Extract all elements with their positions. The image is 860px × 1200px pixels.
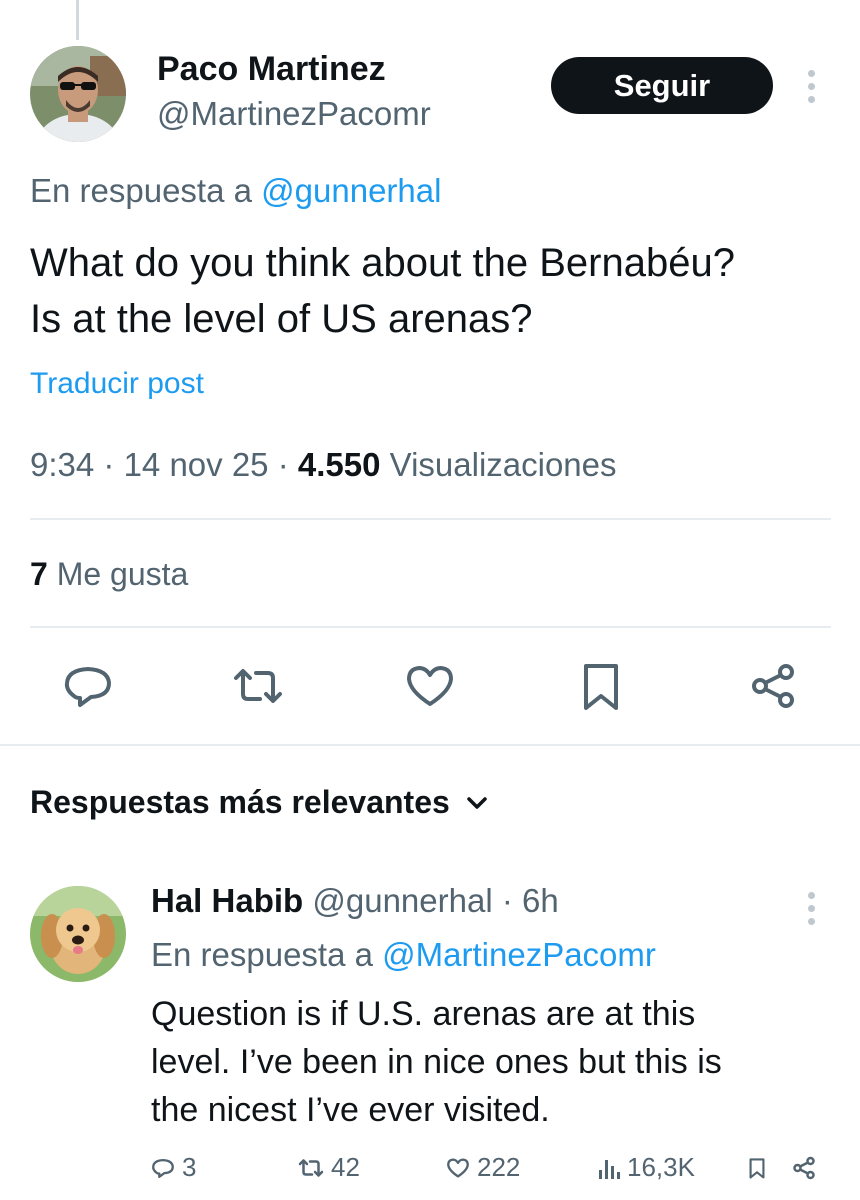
reply-views-count: 16,3K — [627, 1152, 695, 1182]
more-options-icon[interactable] — [805, 70, 817, 103]
reply-author-handle[interactable]: @gunnerhal — [312, 882, 492, 919]
divider — [30, 518, 831, 520]
meta-separator: · — [277, 446, 289, 483]
reply-views-stat[interactable]: 16,3K — [597, 1152, 695, 1183]
reply-retweets-count: 42 — [331, 1152, 360, 1182]
replies-section-title: Respuestas más relevantes — [30, 784, 450, 820]
heart-icon — [447, 1157, 469, 1178]
reply-replies-count: 3 — [182, 1152, 197, 1182]
author-handle[interactable]: @MartinezPacomr — [157, 95, 431, 133]
likes-label: Me gusta — [56, 556, 189, 592]
views-chart-icon — [599, 1159, 620, 1179]
reply-replies-stat[interactable]: 3 — [150, 1152, 196, 1183]
views-count: 4.550 — [297, 446, 381, 483]
divider — [0, 744, 860, 746]
reply-text-line: the nicest I’ve ever visited. — [151, 1091, 550, 1129]
tweet-text-line: What do you think about the Bernabéu? — [30, 241, 735, 285]
reply-likes-stat[interactable]: 222 — [445, 1152, 520, 1183]
reply-author-avatar[interactable] — [30, 886, 126, 982]
tweet-text: What do you think about the Bernabéu? Is… — [30, 235, 840, 347]
reply-text: Question is if U.S. arenas are at this l… — [151, 990, 722, 1134]
reply-more-options-icon[interactable] — [805, 892, 817, 925]
bookmark-icon[interactable] — [573, 658, 629, 714]
reply-reply-context: En respuesta a @MartinezPacomr — [151, 936, 656, 974]
meta-separator: · — [501, 882, 513, 919]
heart-icon[interactable] — [402, 658, 458, 714]
replies-sort-selector[interactable]: Respuestas más relevantes — [30, 784, 490, 821]
author-avatar[interactable] — [30, 46, 126, 142]
tweet-meta: 9:34 · 14 nov 25 · 4.550 Visualizaciones — [30, 446, 617, 484]
thread-line — [76, 0, 79, 40]
reply-text-line: level. I’ve been in nice ones but this i… — [151, 1043, 722, 1081]
follow-button[interactable]: Seguir — [551, 57, 773, 114]
reply-to-link[interactable]: @gunnerhal — [261, 172, 441, 209]
reply-reply-prefix: En respuesta a — [151, 936, 373, 973]
views-label: Visualizaciones — [389, 446, 617, 483]
likes-count: 7 — [30, 556, 48, 592]
bookmark-icon[interactable] — [745, 1154, 769, 1187]
retweet-icon[interactable] — [230, 658, 286, 714]
likes-summary[interactable]: 7 Me gusta — [30, 556, 188, 593]
reply-retweets-stat[interactable]: 42 — [297, 1152, 360, 1183]
reply-icon[interactable] — [60, 658, 116, 714]
tweet-time[interactable]: 9:34 — [30, 446, 94, 483]
share-icon[interactable] — [745, 658, 801, 714]
retweet-icon — [298, 1158, 324, 1177]
tweet-date[interactable]: 14 nov 25 — [124, 446, 269, 483]
reply-likes-count: 222 — [477, 1152, 521, 1182]
reply-context: En respuesta a @gunnerhal — [30, 172, 441, 210]
reply-age[interactable]: 6h — [522, 882, 559, 919]
reply-header: Hal Habib @gunnerhal · 6h — [151, 882, 559, 920]
reply-prefix: En respuesta a — [30, 172, 252, 209]
translate-link[interactable]: Traducir post — [30, 367, 204, 401]
author-name[interactable]: Paco Martinez — [157, 50, 386, 89]
share-icon[interactable] — [790, 1154, 818, 1187]
meta-separator: · — [103, 446, 115, 483]
divider — [30, 626, 831, 628]
tweet-text-line: Is at the level of US arenas? — [30, 297, 533, 341]
reply-text-line: Question is if U.S. arenas are at this — [151, 995, 696, 1033]
reply-icon — [152, 1158, 174, 1178]
chevron-down-icon — [467, 796, 487, 809]
reply-reply-to-link[interactable]: @MartinezPacomr — [382, 936, 656, 973]
reply-author-name[interactable]: Hal Habib — [151, 882, 303, 919]
